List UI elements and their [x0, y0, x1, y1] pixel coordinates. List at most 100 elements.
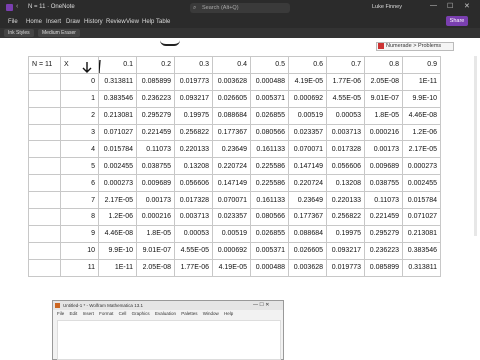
table-cell[interactable]: 0.003713: [326, 123, 365, 142]
table-cell[interactable]: 0.015784: [402, 191, 441, 210]
back-icon[interactable]: ‹: [16, 3, 18, 10]
table-cell[interactable]: 0.085899: [364, 258, 403, 277]
table-cell[interactable]: 0.161133: [250, 140, 289, 159]
mma-menu-cell[interactable]: Cell: [119, 311, 127, 316]
table-cell[interactable]: 0.000273: [98, 174, 137, 193]
close-button[interactable]: ✕: [464, 2, 470, 10]
table-cell[interactable]: 0.005371: [250, 241, 289, 260]
table-cell[interactable]: 0.080566: [250, 123, 289, 142]
mma-menu-edit[interactable]: Edit: [70, 311, 78, 316]
table-cell[interactable]: 0.9: [402, 56, 441, 74]
table-cell[interactable]: 0.000692: [212, 241, 251, 260]
table-cell[interactable]: 0.093217: [174, 89, 213, 108]
table-cell[interactable]: 0.177367: [288, 208, 327, 226]
table-cell[interactable]: 2: [60, 106, 99, 125]
table-cell[interactable]: 0.6: [288, 56, 327, 74]
table-cell[interactable]: 0.000692: [288, 89, 327, 108]
table-cell[interactable]: 4.46E-08: [98, 224, 137, 243]
maximize-button[interactable]: ☐: [447, 2, 453, 10]
table-cell[interactable]: 0.3: [174, 56, 213, 74]
table-cell[interactable]: 9.01E-07: [136, 241, 175, 260]
table-cell[interactable]: [28, 224, 61, 243]
table-cell[interactable]: 1.2E-06: [98, 208, 137, 226]
table-cell[interactable]: 0.11073: [136, 140, 175, 159]
table-cell[interactable]: 0.00173: [136, 191, 175, 210]
table-cell[interactable]: 0.071027: [402, 208, 441, 226]
menu-draw[interactable]: Draw: [66, 19, 80, 25]
table-cell[interactable]: 0.13208: [174, 157, 213, 176]
table-cell[interactable]: 0.017328: [174, 191, 213, 210]
table-cell[interactable]: 0.1: [98, 56, 137, 74]
mma-menu-file[interactable]: File: [57, 311, 64, 316]
mma-menu-insert[interactable]: Insert: [83, 311, 94, 316]
table-cell[interactable]: 0.026605: [288, 241, 327, 260]
table-cell[interactable]: 1E-11: [98, 258, 137, 277]
table-cell[interactable]: 0.085899: [136, 72, 175, 91]
table-cell[interactable]: 0.220133: [174, 140, 213, 159]
menu-file[interactable]: File: [8, 19, 18, 25]
table-cell[interactable]: 0.313811: [98, 72, 137, 91]
table-cell[interactable]: [28, 191, 61, 210]
table-cell[interactable]: 0.13208: [326, 174, 365, 193]
search-input[interactable]: ⌕ Search (Alt+Q): [190, 3, 290, 13]
table-cell[interactable]: 0.313811: [402, 258, 441, 277]
table-cell[interactable]: 4.19E-05: [288, 72, 327, 91]
table-cell[interactable]: 0.147149: [288, 157, 327, 176]
minimize-button[interactable]: —: [430, 2, 437, 9]
table-cell[interactable]: 0.088684: [288, 224, 327, 243]
menu-view[interactable]: View: [126, 19, 139, 25]
mathematica-notebook[interactable]: [57, 320, 281, 360]
menu-help[interactable]: Help: [142, 19, 154, 25]
table-cell[interactable]: 0.23649: [288, 191, 327, 210]
table-cell[interactable]: 1: [60, 89, 99, 108]
table-cell[interactable]: [28, 106, 61, 125]
table-cell[interactable]: N = 11: [28, 56, 61, 74]
table-cell[interactable]: 0.11073: [364, 191, 403, 210]
user-name[interactable]: Luke Finney: [372, 4, 402, 10]
medium-eraser-button[interactable]: Medium Eraser: [38, 29, 80, 37]
menu-home[interactable]: Home: [26, 19, 42, 25]
table-cell[interactable]: 7: [60, 191, 99, 210]
table-cell[interactable]: 2.05E-08: [364, 72, 403, 91]
mma-menu-graphics[interactable]: Graphics: [132, 311, 150, 316]
menu-insert[interactable]: Insert: [46, 19, 61, 25]
table-cell[interactable]: 0.015784: [98, 140, 137, 159]
notebook-breadcrumb[interactable]: Numerade > Problems: [376, 42, 454, 51]
table-cell[interactable]: 0.213081: [402, 224, 441, 243]
table-cell[interactable]: 0.009689: [364, 157, 403, 176]
table-cell[interactable]: 1.77E-06: [326, 72, 365, 91]
table-cell[interactable]: 0.019773: [174, 72, 213, 91]
mma-menu-window[interactable]: Window: [203, 311, 219, 316]
table-cell[interactable]: 0.000488: [250, 258, 289, 277]
mma-menu-palettes[interactable]: Palettes: [181, 311, 197, 316]
table-cell[interactable]: 0.070071: [288, 140, 327, 159]
table-cell[interactable]: 0.009689: [136, 174, 175, 193]
table-cell[interactable]: 4: [60, 140, 99, 159]
table-cell[interactable]: 0.220724: [212, 157, 251, 176]
table-cell[interactable]: 10: [60, 241, 99, 260]
table-cell[interactable]: 0.8: [364, 56, 403, 74]
table-cell[interactable]: 9.9E-10: [402, 89, 441, 108]
table-cell[interactable]: 0.225586: [250, 174, 289, 193]
table-cell[interactable]: 0.023357: [288, 123, 327, 142]
table-cell[interactable]: 0.071027: [98, 123, 137, 142]
mathematica-window-controls[interactable]: — ☐ ✕: [253, 301, 269, 310]
table-cell[interactable]: 11: [60, 258, 99, 277]
table-cell[interactable]: 0.161133: [250, 191, 289, 210]
table-cell[interactable]: 0.003628: [288, 258, 327, 277]
table-cell[interactable]: [28, 241, 61, 260]
table-cell[interactable]: 0.002455: [98, 157, 137, 176]
table-cell[interactable]: 9: [60, 224, 99, 243]
table-cell[interactable]: 0.026855: [250, 106, 289, 125]
table-cell[interactable]: 0.00519: [288, 106, 327, 125]
vertical-scrollbar[interactable]: [474, 56, 477, 236]
table-cell[interactable]: 0.026855: [250, 224, 289, 243]
table-cell[interactable]: 6: [60, 174, 99, 193]
table-cell[interactable]: 0.00519: [212, 224, 251, 243]
table-cell[interactable]: 0.017328: [326, 140, 365, 159]
mma-menu-format[interactable]: Format: [99, 311, 113, 316]
table-cell[interactable]: [28, 208, 61, 226]
table-cell[interactable]: 0.070071: [212, 191, 251, 210]
table-cell[interactable]: 0.026605: [212, 89, 251, 108]
menu-history[interactable]: History: [84, 19, 103, 25]
